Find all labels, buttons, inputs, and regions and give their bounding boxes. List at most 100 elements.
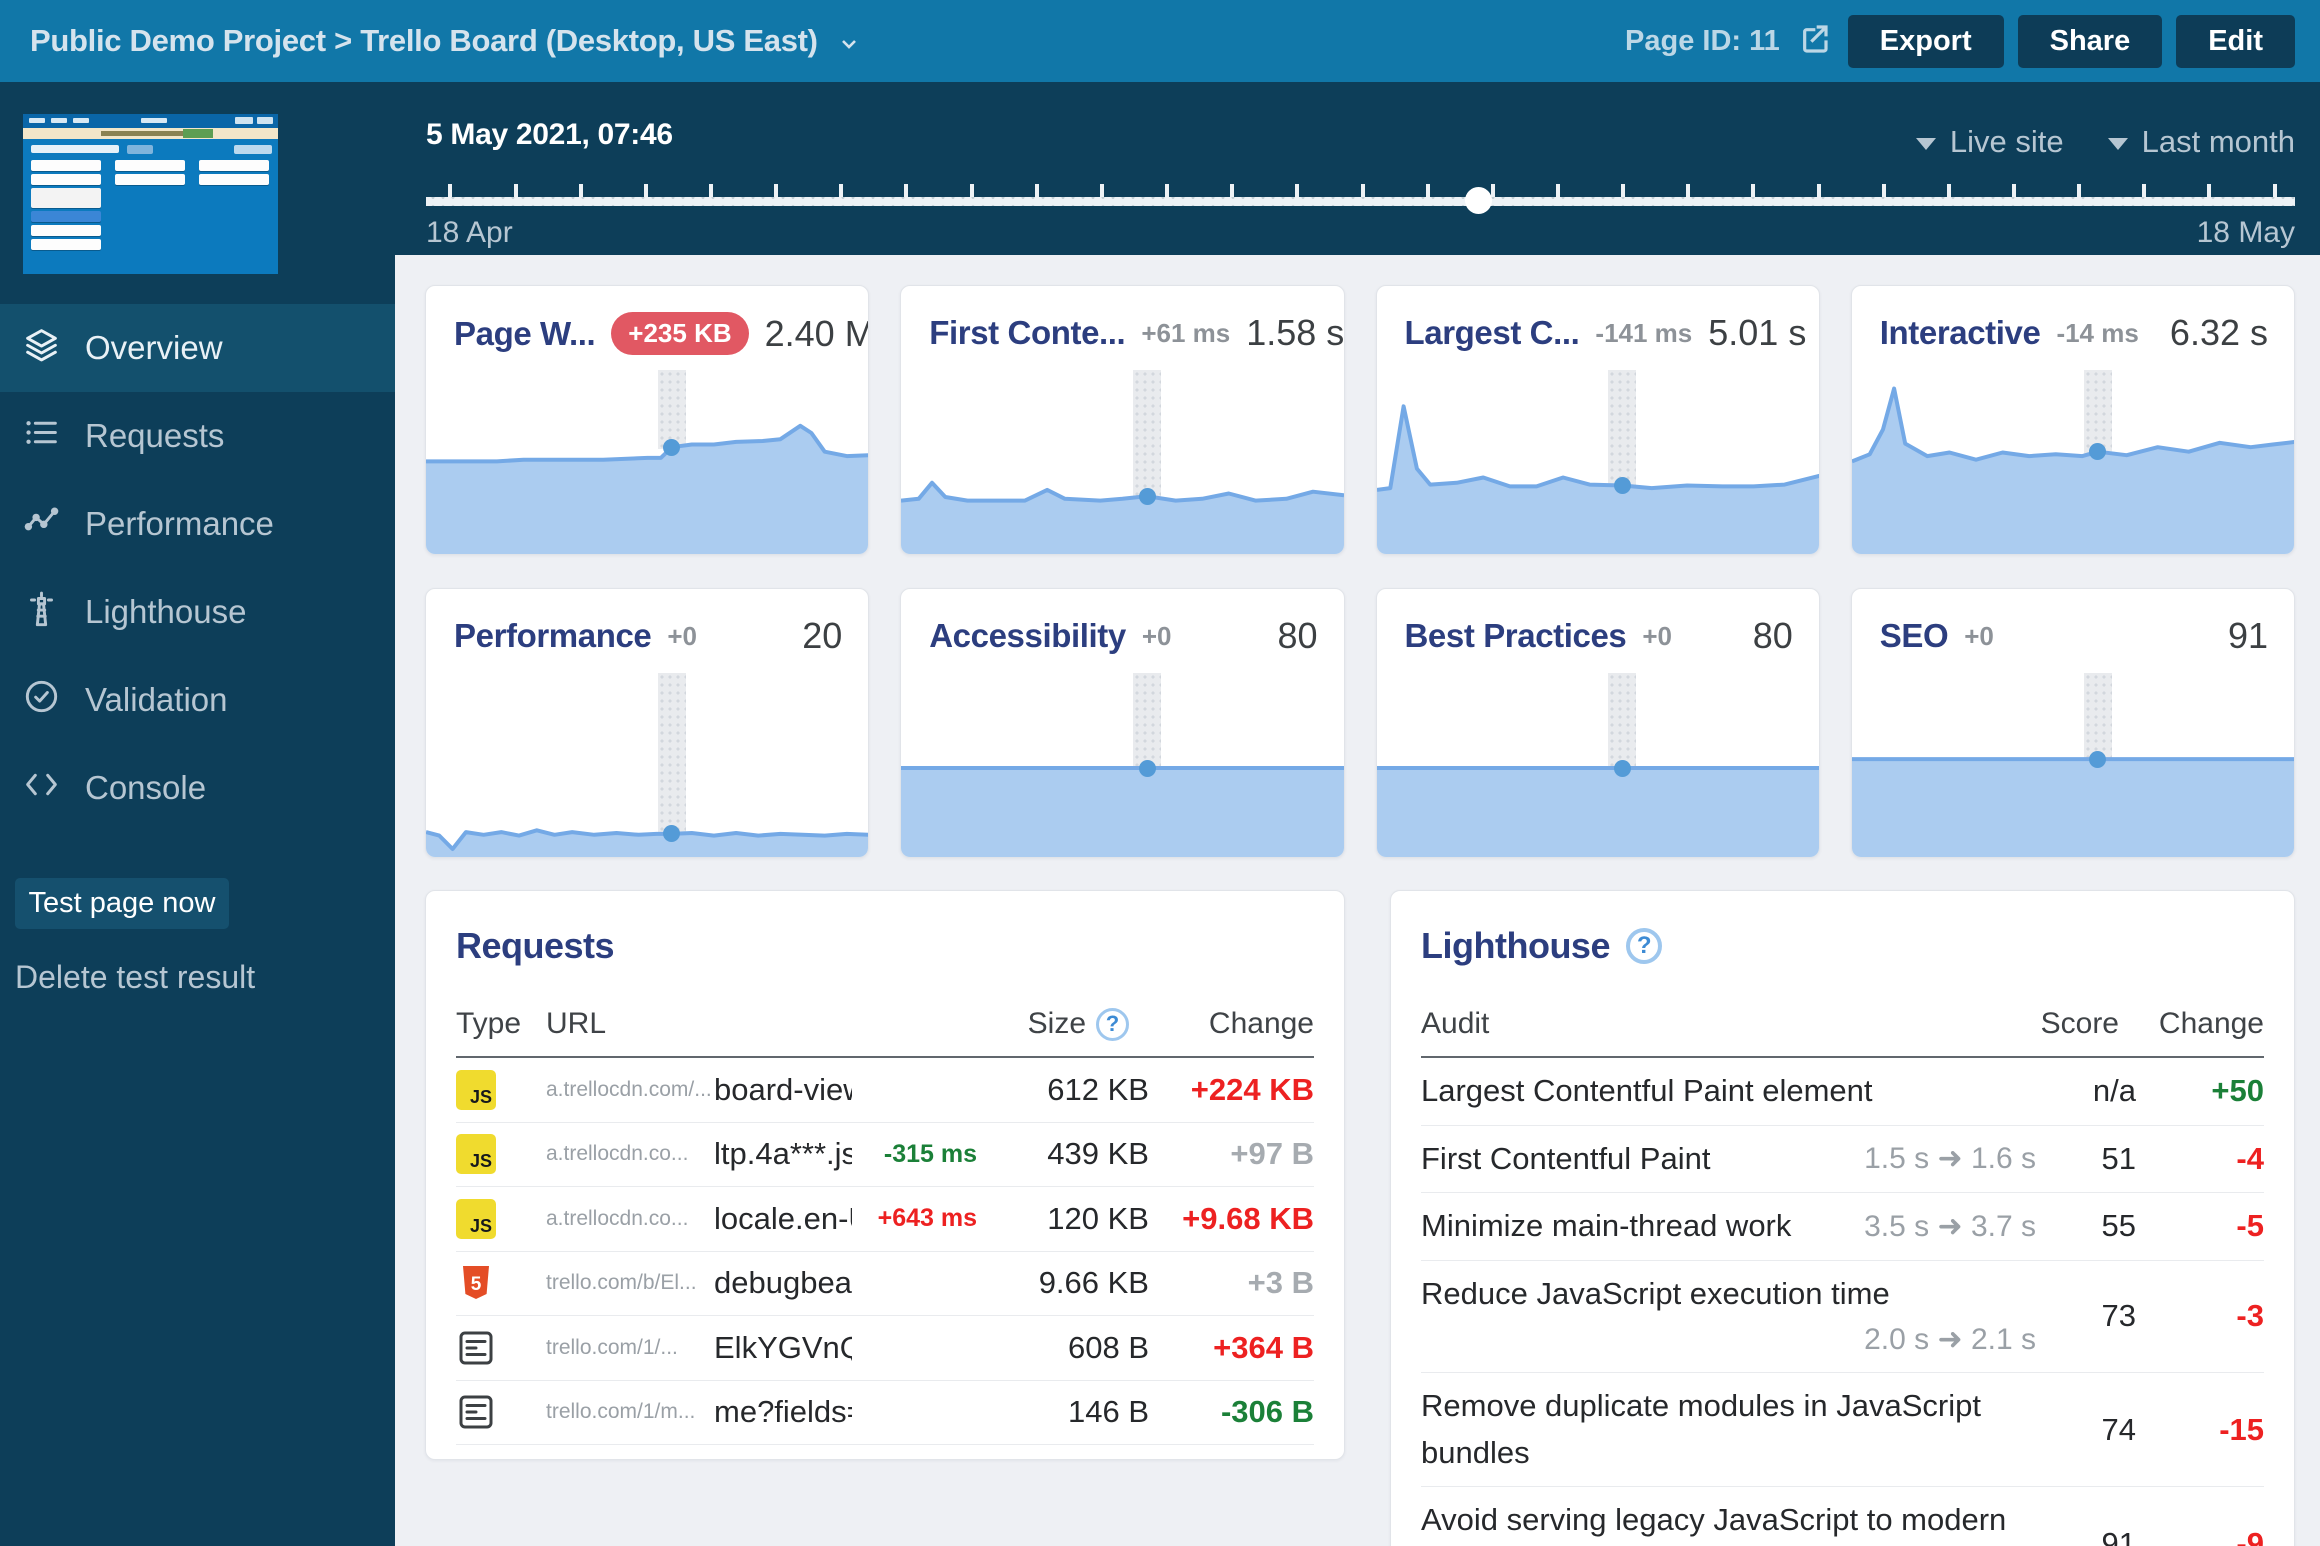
request-domain: trello.com/1/... [546,1336,714,1360]
sparkline-chart [1377,679,1820,857]
live-site-label: Live site [1950,124,2064,160]
sidebar: Overview Requests Performance Lighthouse… [0,82,395,1546]
sidebar-item-lighthouse[interactable]: Lighthouse [0,568,395,656]
audit-row[interactable]: First Contentful Paint 1.5 s ➜ 1.6 s 51 … [1421,1126,2264,1194]
help-icon[interactable]: ? [1096,1008,1129,1041]
request-row[interactable]: JS a.trellocdn.com/... board-view.66***.… [456,1058,1314,1123]
share-button[interactable]: Share [2018,15,2163,68]
thumbnail-card [31,160,101,171]
request-domain: trello.com/b/El... [546,1271,714,1295]
card-value: 20 [802,615,842,657]
lighthouse-panel: Lighthouse ? Audit Score Change Largest … [1390,890,2295,1546]
sidebar-item-console[interactable]: Console [0,744,395,832]
test-page-now-button[interactable]: Test page now [15,878,229,929]
slider-tick [774,184,778,197]
slider-tick [2207,184,2211,197]
thumbnail-card [31,239,101,250]
audit-row[interactable]: Largest Contentful Paint element n/a +50 [1421,1058,2264,1126]
metric-card[interactable]: Performance +0 20 [425,588,869,858]
export-button[interactable]: Export [1848,15,2004,68]
metric-card[interactable]: Page W... +235 KB 2.40 MB [425,285,869,555]
content: Page W... +235 KB 2.40 MB First Conte...… [395,255,2320,1546]
sidebar-item-requests[interactable]: Requests [0,392,395,480]
audit-name: Avoid serving legacy JavaScript to moder… [1421,1497,2036,1546]
card-sparkline [1377,679,1819,857]
slider-tick [2273,184,2277,197]
request-size: 120 KB [977,1201,1149,1237]
request-timing: +643 ms [852,1204,977,1233]
slider-tick [2142,184,2146,197]
request-row[interactable]: JS a.trellocdn.co... locale.en-US.a0... … [456,1187,1314,1252]
request-row[interactable]: trello.com/1/m... me?fields=oneTimeM... … [456,1381,1314,1446]
edit-button[interactable]: Edit [2176,15,2295,68]
metric-card[interactable]: Accessibility +0 80 [900,588,1344,858]
request-type-cell: JS [456,1199,546,1239]
column-change: Change [1129,1007,1314,1041]
slider-tick [904,184,908,197]
graph-dots-icon [23,502,60,547]
sidebar-item-validation[interactable]: Validation [0,656,395,744]
metric-card[interactable]: Interactive -14 ms 6.32 s [1851,285,2295,555]
metric-card[interactable]: First Conte... +61 ms 1.58 s [900,285,1344,555]
request-row[interactable]: 5 trello.com/b/El... debugbear-demo-boa.… [456,1252,1314,1317]
column-size: Size ? [1028,1007,1129,1041]
topbar-actions: Page ID: 11 ExportShareEdit [1625,15,2295,68]
request-row[interactable]: trello.com/1/... ElkYGVnQ?fields=id,id..… [456,1316,1314,1381]
card-value: 5.01 s [1708,312,1806,354]
page-screenshot-thumbnail[interactable] [23,114,278,274]
sparkline-marker[interactable] [663,439,680,456]
chevron-down-icon [836,35,862,53]
thumbnail-dash [51,118,67,123]
card-title: Largest C... [1405,314,1580,352]
card-title: Performance [454,617,651,655]
card-value: 2.40 MB [765,313,870,355]
delete-test-result-link[interactable]: Delete test result [15,959,395,996]
audit-row[interactable]: Remove duplicate modules in JavaScript b… [1421,1373,2264,1487]
request-change: +3 B [1149,1265,1314,1301]
audit-change: -3 [2136,1298,2264,1334]
card-value: 80 [1753,615,1793,657]
external-link-icon[interactable] [1798,23,1830,60]
column-change: Change [2119,1007,2264,1041]
audit-row[interactable]: Reduce JavaScript execution time 2.0 s ➜… [1421,1261,2264,1374]
card-sparkline [426,679,868,857]
audit-cell: First Contentful Paint 1.5 s ➜ 1.6 s [1421,1136,2036,1183]
thumbnail-board-title [31,145,119,153]
slider-handle[interactable] [1465,187,1492,214]
metric-card[interactable]: Largest C... -141 ms 5.01 s [1376,285,1820,555]
slider-tick [1751,184,1755,197]
request-row[interactable]: JS a.trellocdn.co... ltp.4a***.js -315 m… [456,1123,1314,1188]
card-sparkline [1852,376,2294,554]
audit-cell: Avoid serving legacy JavaScript to moder… [1421,1497,2036,1546]
sidebar-item-performance[interactable]: Performance [0,480,395,568]
slider-tick [1947,184,1951,197]
sparkline-marker[interactable] [1614,477,1631,494]
request-domain: trello.com/1/m... [546,1400,714,1424]
metric-card[interactable]: Best Practices +0 80 [1376,588,1820,858]
thumbnail-banner-text [101,131,196,136]
sparkline-marker[interactable] [1139,488,1156,505]
last-month-dropdown[interactable]: Last month [2108,124,2295,160]
audit-detail: 1.5 s ➜ 1.6 s [1844,1136,2036,1181]
audit-name: Reduce JavaScript execution time [1421,1271,1890,1318]
audit-cell: Largest Contentful Paint element [1421,1068,2036,1115]
sparkline-marker[interactable] [2089,751,2106,768]
thumbnail-card [115,160,185,171]
sparkline-marker[interactable] [1614,760,1631,777]
metric-card-header: First Conte... +61 ms 1.58 s [901,286,1343,354]
audit-score: 51 [2036,1141,2136,1177]
audit-row[interactable]: Avoid serving legacy JavaScript to moder… [1421,1487,2264,1546]
metric-card-header: SEO +0 91 [1852,589,2294,657]
audit-row[interactable]: Minimize main-thread work 3.5 s ➜ 3.7 s … [1421,1193,2264,1261]
live-site-dropdown[interactable]: Live site [1916,124,2064,160]
metric-card[interactable]: SEO +0 91 [1851,588,2295,858]
slider-track[interactable] [426,197,2295,206]
slider-tick [839,184,843,197]
sparkline-marker[interactable] [1139,760,1156,777]
breadcrumb[interactable]: Public Demo Project > Trello Board (Desk… [30,23,862,59]
timeline-slider[interactable] [426,182,2295,208]
sidebar-item-overview[interactable]: Overview [0,304,395,392]
help-icon[interactable]: ? [1626,928,1662,964]
card-title: Page W... [454,315,595,353]
slider-tick [579,184,583,197]
